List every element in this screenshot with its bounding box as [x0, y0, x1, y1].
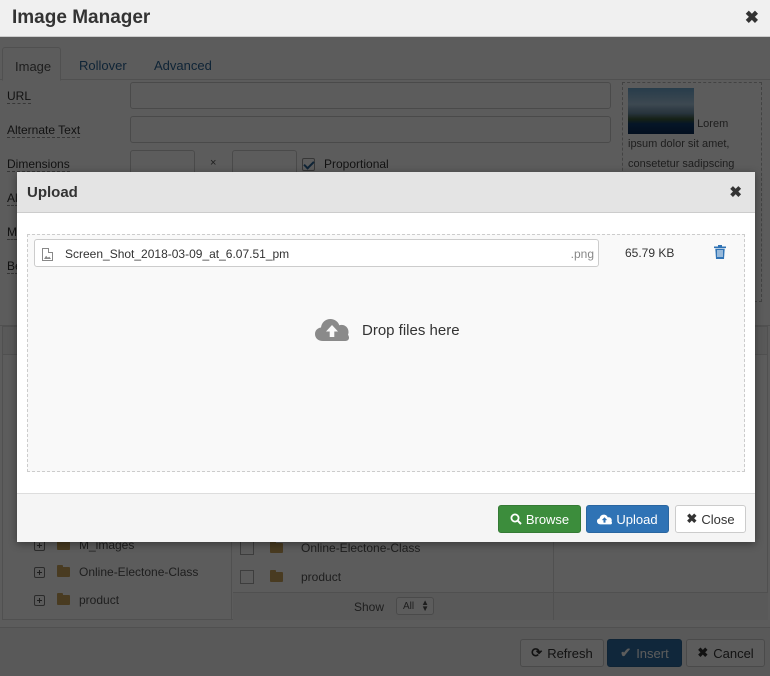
- upload-dialog-footer: Browse Upload ✖ Close: [17, 493, 755, 542]
- cloud-upload-icon: [597, 514, 613, 525]
- upload-close-icon[interactable]: ✖: [729, 183, 742, 201]
- image-manager-close-icon[interactable]: ✖: [745, 8, 759, 28]
- upload-button[interactable]: Upload: [586, 505, 669, 533]
- browse-label: Browse: [525, 511, 570, 527]
- dropzone[interactable]: Screen_Shot_2018-03-09_at_6.07.51_pm .pn…: [27, 234, 745, 472]
- close-label: Close: [701, 511, 735, 527]
- search-icon: [510, 513, 522, 525]
- trash-icon[interactable]: [714, 245, 726, 259]
- image-manager-header: Image Manager ✖: [0, 0, 770, 37]
- close-icon: ✖: [686, 511, 698, 526]
- image-file-icon: [42, 248, 53, 261]
- file-extension: .png: [570, 247, 594, 261]
- upload-dialog: Upload ✖ Screen_Shot_2018-03-09_at_6.07.…: [17, 172, 755, 542]
- upload-dialog-body: Screen_Shot_2018-03-09_at_6.07.51_pm .pn…: [17, 213, 755, 493]
- file-name: Screen_Shot_2018-03-09_at_6.07.51_pm: [65, 247, 290, 261]
- upload-dialog-header: Upload ✖: [17, 172, 755, 213]
- drop-hint: Drop files here: [315, 318, 460, 342]
- file-name-field[interactable]: Screen_Shot_2018-03-09_at_6.07.51_pm .pn…: [34, 239, 599, 267]
- close-button[interactable]: ✖ Close: [675, 505, 746, 533]
- upload-dialog-title: Upload: [27, 184, 78, 201]
- cloud-upload-icon: [315, 319, 349, 341]
- drop-files-text: Drop files here: [362, 321, 460, 339]
- image-manager-title: Image Manager: [12, 7, 151, 28]
- upload-label: Upload: [616, 511, 658, 527]
- browse-button[interactable]: Browse: [498, 505, 581, 533]
- file-size: 65.79 KB: [625, 246, 675, 260]
